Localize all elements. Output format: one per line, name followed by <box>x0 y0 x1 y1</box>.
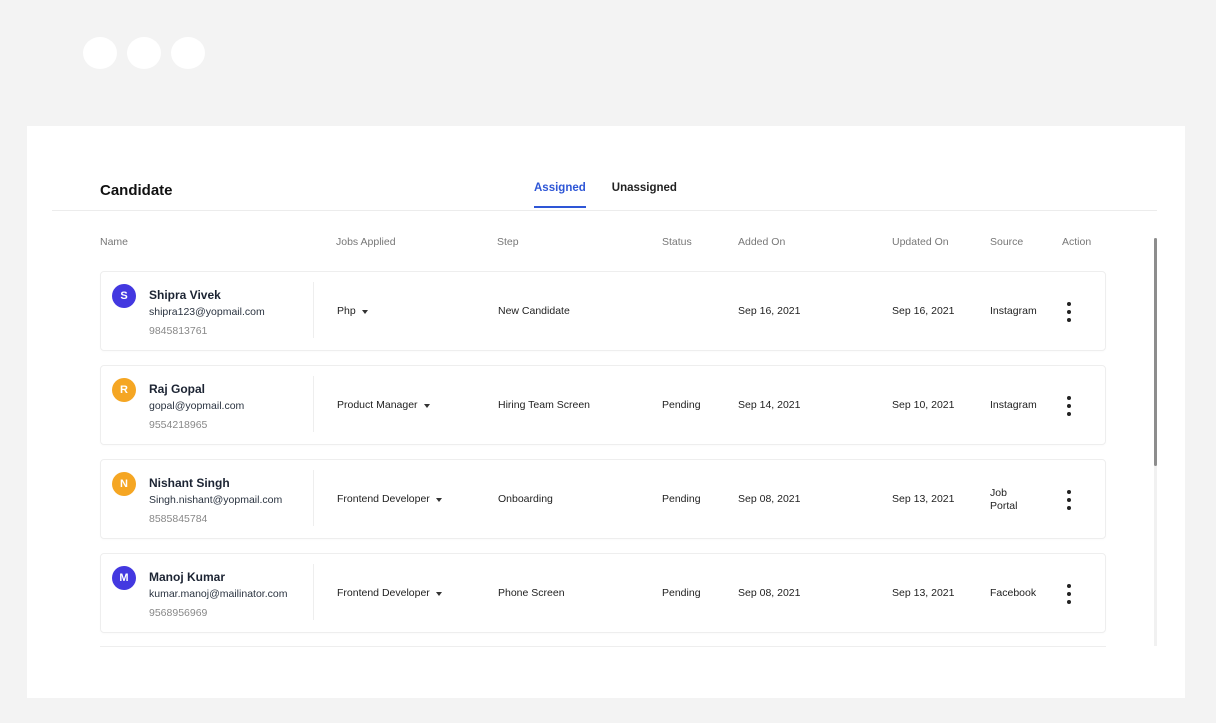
more-options-icon[interactable] <box>1063 584 1075 604</box>
caret-down-icon <box>361 309 368 314</box>
added-on-value: Sep 08, 2021 <box>738 587 801 599</box>
job-dropdown[interactable]: Product Manager <box>337 399 430 412</box>
source-line-1: Facebook <box>990 587 1037 599</box>
job-dropdown[interactable]: Php <box>337 305 368 318</box>
source-value: Instagram <box>990 399 1037 412</box>
step-value: Phone Screen <box>498 587 565 599</box>
tab-assigned[interactable]: Assigned <box>534 182 586 208</box>
job-label: Product Manager <box>337 399 418 411</box>
candidate-email: Singh.nishant@yopmail.com <box>149 494 283 506</box>
candidate-email: gopal@yopmail.com <box>149 400 245 412</box>
row-divider <box>313 376 314 432</box>
candidate-email: kumar.manoj@mailinator.com <box>149 588 288 600</box>
avatar: S <box>112 284 136 308</box>
avatar: R <box>112 378 136 402</box>
candidate-row[interactable]: M Manoj Kumar kumar.manoj@mailinator.com… <box>100 553 1106 633</box>
next-row-edge <box>100 646 1106 647</box>
source-value: Instagram <box>990 305 1037 318</box>
updated-on-value: Sep 13, 2021 <box>892 493 955 505</box>
candidate-name[interactable]: Manoj Kumar <box>149 570 225 584</box>
row-divider <box>313 564 314 620</box>
status-value: Pending <box>662 587 701 599</box>
candidate-phone: 9554218965 <box>149 419 208 431</box>
avatar: N <box>112 472 136 496</box>
candidate-row[interactable]: S Shipra Vivek shipra123@yopmail.com 984… <box>100 271 1106 351</box>
candidate-name[interactable]: Raj Gopal <box>149 382 205 396</box>
source-line-2: Portal <box>990 500 1018 512</box>
column-header-action: Action <box>1062 236 1092 248</box>
source-value: Facebook <box>990 587 1036 600</box>
job-label: Php <box>337 305 356 317</box>
window-dot-3 <box>171 37 205 69</box>
page-title: Candidate <box>100 182 173 199</box>
column-header-updated-on: Updated On <box>892 236 949 248</box>
source-value: Job Portal <box>990 487 1017 513</box>
window-dot-1 <box>83 37 117 69</box>
updated-on-value: Sep 13, 2021 <box>892 587 955 599</box>
avatar: M <box>112 566 136 590</box>
updated-on-value: Sep 10, 2021 <box>892 399 955 411</box>
candidate-phone: 9568956969 <box>149 607 208 619</box>
job-label: Frontend Developer <box>337 587 430 599</box>
window-controls <box>83 37 205 69</box>
candidate-phone: 8585845784 <box>149 513 208 525</box>
status-value: Pending <box>662 493 701 505</box>
header-divider <box>52 210 1157 211</box>
caret-down-icon <box>435 497 442 502</box>
candidate-name[interactable]: Nishant Singh <box>149 476 230 490</box>
column-header-name: Name <box>100 236 129 248</box>
updated-on-value: Sep 16, 2021 <box>892 305 955 317</box>
row-divider <box>313 282 314 338</box>
tab-unassigned[interactable]: Unassigned <box>612 182 677 208</box>
column-header-status: Status <box>662 236 692 248</box>
caret-down-icon <box>423 403 430 408</box>
source-line-1: Job <box>990 487 1007 499</box>
column-header-step: Step <box>497 236 519 248</box>
candidate-panel: Candidate Assigned Unassigned Name Jobs … <box>27 126 1185 698</box>
candidate-row[interactable]: R Raj Gopal gopal@yopmail.com 9554218965… <box>100 365 1106 445</box>
candidate-row[interactable]: N Nishant Singh Singh.nishant@yopmail.co… <box>100 459 1106 539</box>
job-label: Frontend Developer <box>337 493 430 505</box>
job-dropdown[interactable]: Frontend Developer <box>337 587 442 600</box>
caret-down-icon <box>435 591 442 596</box>
column-header-jobs-applied: Jobs Applied <box>336 236 396 248</box>
column-header-added-on: Added On <box>738 236 786 248</box>
source-line-1: Instagram <box>990 399 1037 411</box>
column-header-source: Source <box>990 236 1024 248</box>
more-options-icon[interactable] <box>1063 396 1075 416</box>
added-on-value: Sep 08, 2021 <box>738 493 801 505</box>
row-divider <box>313 470 314 526</box>
status-value: Pending <box>662 399 701 411</box>
step-value: New Candidate <box>498 305 570 317</box>
window-dot-2 <box>127 37 161 69</box>
candidate-list: S Shipra Vivek shipra123@yopmail.com 984… <box>100 271 1106 647</box>
step-value: Onboarding <box>498 493 553 505</box>
more-options-icon[interactable] <box>1063 302 1075 322</box>
added-on-value: Sep 14, 2021 <box>738 399 801 411</box>
source-line-1: Instagram <box>990 305 1037 317</box>
scrollbar-thumb[interactable] <box>1154 238 1157 466</box>
candidate-phone: 9845813761 <box>149 325 208 337</box>
job-dropdown[interactable]: Frontend Developer <box>337 493 442 506</box>
more-options-icon[interactable] <box>1063 490 1075 510</box>
step-value: Hiring Team Screen <box>498 399 591 411</box>
added-on-value: Sep 16, 2021 <box>738 305 801 317</box>
candidate-name[interactable]: Shipra Vivek <box>149 288 221 302</box>
tab-bar: Assigned Unassigned <box>534 182 677 208</box>
candidate-email: shipra123@yopmail.com <box>149 306 265 318</box>
